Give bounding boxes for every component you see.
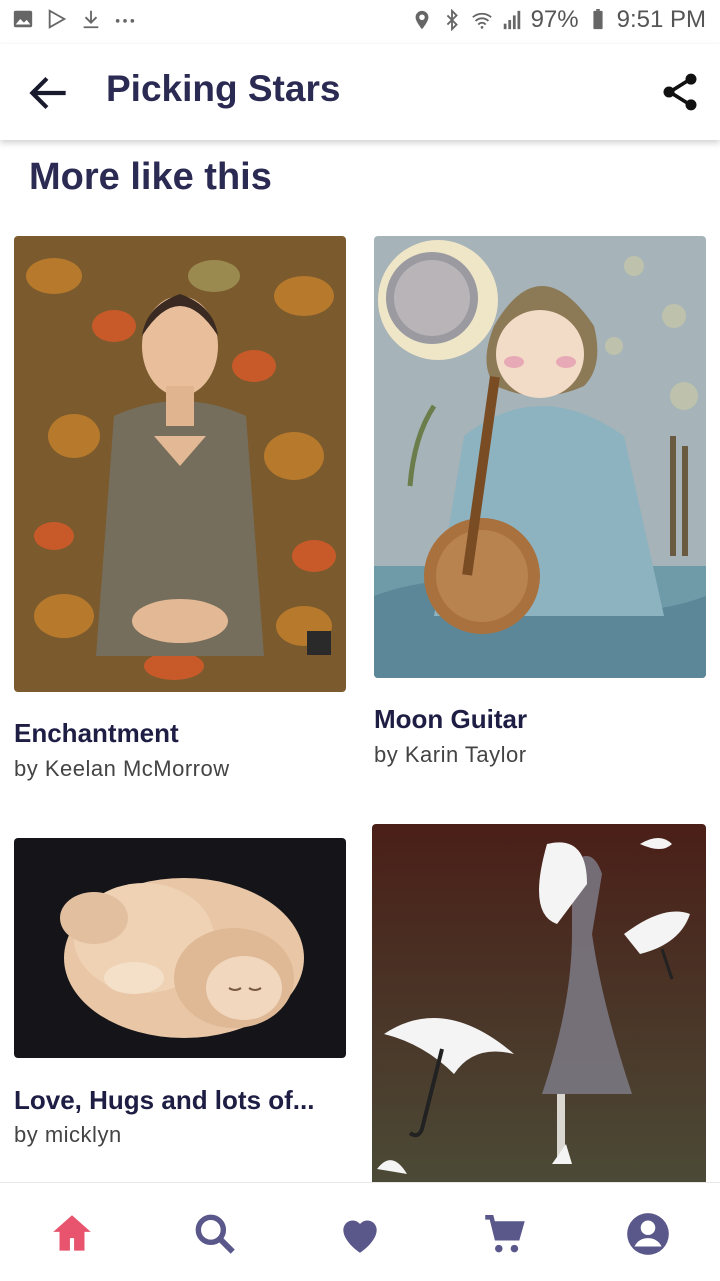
- clock: 9:51 PM: [616, 6, 706, 33]
- artwork-image[interactable]: [14, 838, 346, 1058]
- nav-search[interactable]: [190, 1209, 240, 1259]
- nav-home[interactable]: [47, 1209, 97, 1259]
- artwork-image[interactable]: [374, 236, 706, 678]
- signal-icon: [503, 10, 520, 30]
- download-icon: [83, 10, 99, 29]
- artwork-title[interactable]: Moon Guitar: [374, 704, 527, 735]
- section-title: More like this: [29, 156, 272, 198]
- nav-favorites[interactable]: [335, 1209, 385, 1259]
- play-store-icon: [48, 9, 67, 29]
- arrow-back-icon: [29, 76, 66, 110]
- artwork-title[interactable]: Love, Hugs and lots of...: [14, 1085, 314, 1116]
- account-icon: [627, 1213, 669, 1255]
- image-icon: [13, 10, 33, 28]
- battery-icon: [593, 9, 603, 30]
- favorites-icon: [343, 1220, 377, 1253]
- cart-icon: [485, 1215, 525, 1253]
- share-button[interactable]: [658, 70, 702, 114]
- more-dots-icon: [115, 19, 135, 23]
- back-button[interactable]: [24, 68, 74, 118]
- home-icon: [53, 1215, 91, 1251]
- bluetooth-icon: [446, 9, 458, 31]
- battery-percent: 97%: [530, 6, 579, 33]
- app-bar: Picking Stars: [0, 44, 720, 140]
- nav-account[interactable]: [623, 1209, 673, 1259]
- artwork-image[interactable]: [372, 824, 706, 1182]
- artwork-image[interactable]: [14, 236, 346, 692]
- artwork-title[interactable]: Enchantment: [14, 718, 179, 749]
- location-icon: [415, 10, 428, 30]
- page-title: Picking Stars: [106, 68, 341, 109]
- share-icon: [663, 73, 697, 111]
- status-bar: 97% 9:51 PM: [0, 0, 720, 44]
- bottom-navigation: [0, 1182, 720, 1281]
- artwork-artist[interactable]: by micklyn: [14, 1122, 122, 1148]
- nav-cart[interactable]: [479, 1209, 529, 1259]
- search-icon: [195, 1214, 235, 1254]
- artwork-artist[interactable]: by Keelan McMorrow: [14, 756, 230, 782]
- artwork-artist[interactable]: by Karin Taylor: [374, 742, 527, 768]
- wifi-icon: [471, 12, 492, 29]
